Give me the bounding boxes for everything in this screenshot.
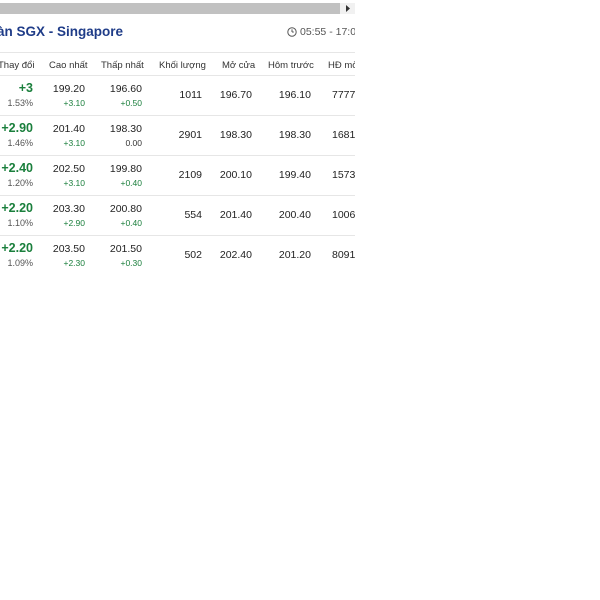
table-row[interactable]: +2.20 1.10% 203.30 +2.90 200.80 +0.40 554 201.4… (0, 196, 355, 236)
table-header: Thay đổi Cao nhất Thấp nhất Khối lượng M… (0, 53, 355, 76)
high-change: +2.30 (63, 258, 85, 268)
low-change: +0.30 (120, 258, 142, 268)
high-value: 203.30 (52, 203, 85, 215)
panel-header: àn SGX - Singapore 05:55 - 17:00 (0, 22, 355, 44)
open-interest-value: 16815 (332, 129, 355, 141)
change-value: +2.40 (1, 161, 33, 175)
col-oi-header[interactable]: HĐ mở (328, 60, 355, 71)
open-value: 196.70 (219, 89, 252, 101)
col-change-header[interactable]: Thay đổi (0, 60, 34, 71)
arrow-right-icon (346, 5, 350, 12)
prev-close-value: 198.30 (278, 129, 311, 141)
scroll-right-button[interactable] (341, 3, 355, 14)
change-percent: 1.09% (7, 258, 33, 268)
trading-hours-text: 05:55 - 17:00 (300, 26, 355, 38)
table-body: +3 1.53% 199.20 +3.10 196.60 +0.50 1011 196.70 1… (0, 76, 355, 275)
open-value: 201.40 (219, 209, 252, 221)
col-open-header[interactable]: Mở cửa (222, 60, 255, 71)
low-change: +0.50 (120, 98, 142, 108)
high-value: 203.50 (52, 243, 85, 255)
change-percent: 1.20% (7, 178, 33, 188)
open-interest-value: 10065 (332, 209, 355, 221)
open-interest-value: 7777 (332, 89, 355, 101)
prev-close-value: 201.20 (278, 249, 311, 261)
change-value: +2.20 (1, 241, 33, 255)
low-value: 198.30 (109, 123, 142, 135)
high-value: 202.50 (52, 163, 85, 175)
scrollbar-thumb[interactable] (0, 3, 340, 14)
futures-table: Thay đổi Cao nhất Thấp nhất Khối lượng M… (0, 52, 355, 275)
col-volume-header[interactable]: Khối lượng (159, 60, 206, 71)
table-row[interactable]: +2.40 1.20% 202.50 +3.10 199.80 +0.40 2109 200.… (0, 156, 355, 196)
low-value: 200.80 (109, 203, 142, 215)
change-value: +2.90 (1, 121, 33, 135)
trading-hours: 05:55 - 17:00 (287, 26, 355, 38)
volume-value: 502 (184, 249, 202, 261)
change-value: +2.20 (1, 201, 33, 215)
open-value: 202.40 (219, 249, 252, 261)
open-interest-value: 8091 (332, 249, 355, 261)
low-value: 201.50 (109, 243, 142, 255)
high-value: 199.20 (52, 83, 85, 95)
change-percent: 1.46% (7, 138, 33, 148)
low-value: 199.80 (109, 163, 142, 175)
clock-icon (287, 27, 297, 37)
high-change: +2.90 (63, 218, 85, 228)
open-value: 198.30 (219, 129, 252, 141)
low-change: +0.40 (120, 218, 142, 228)
table-row[interactable]: +2.20 1.09% 203.50 +2.30 201.50 +0.30 502 202.4… (0, 236, 355, 275)
col-prev-header[interactable]: Hôm trước (268, 60, 314, 71)
prev-close-value: 199.40 (278, 169, 311, 181)
horizontal-scrollbar[interactable] (0, 3, 355, 14)
open-interest-value: 15736 (332, 169, 355, 181)
volume-value: 2901 (178, 129, 202, 141)
low-change: +0.40 (120, 178, 142, 188)
high-change: +3.10 (63, 138, 85, 148)
col-high-header[interactable]: Cao nhất (49, 60, 88, 71)
high-change: +3.10 (63, 178, 85, 188)
low-change: 0.00 (125, 138, 142, 148)
volume-value: 554 (184, 209, 202, 221)
table-row[interactable]: +2.90 1.46% 201.40 +3.10 198.30 0.00 2901 198.3… (0, 116, 355, 156)
low-value: 196.60 (109, 83, 142, 95)
change-percent: 1.10% (7, 218, 33, 228)
table-row[interactable]: +3 1.53% 199.20 +3.10 196.60 +0.50 1011 196.70 1… (0, 76, 355, 116)
col-low-header[interactable]: Thấp nhất (101, 60, 144, 71)
futures-panel: àn SGX - Singapore 05:55 - 17:00 Thay đổ… (0, 0, 355, 275)
change-percent: 1.53% (7, 98, 33, 108)
high-value: 201.40 (52, 123, 85, 135)
page-title: àn SGX - Singapore (0, 24, 124, 39)
change-value: +3 (18, 81, 33, 95)
volume-value: 1011 (179, 89, 202, 101)
prev-close-value: 200.40 (278, 209, 311, 221)
volume-value: 2109 (178, 169, 202, 181)
open-value: 200.10 (219, 169, 252, 181)
high-change: +3.10 (63, 98, 85, 108)
prev-close-value: 196.10 (278, 89, 311, 101)
